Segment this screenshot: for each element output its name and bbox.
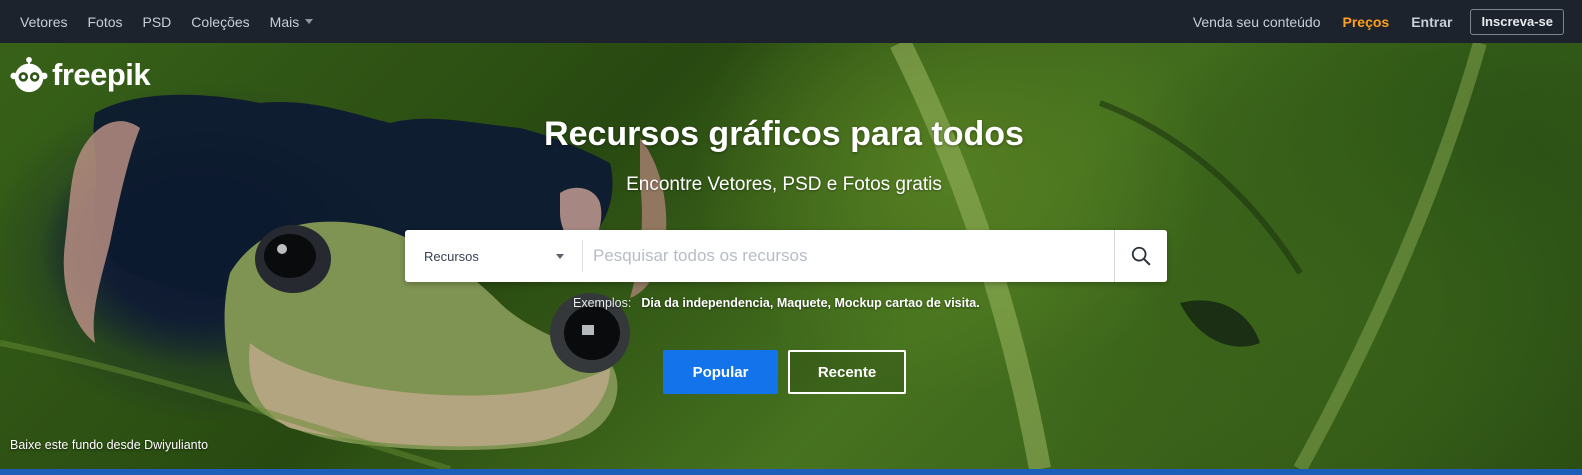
search-button[interactable] <box>1114 230 1167 282</box>
signup-button[interactable]: Inscreva-se <box>1470 8 1564 35</box>
search-icon <box>1131 246 1151 266</box>
nav-right: Venda seu conteúdo Preços Entrar Inscrev… <box>1171 8 1564 35</box>
freepik-logo[interactable]: freepik <box>10 56 151 94</box>
hero-title: Recursos gráficos para todos <box>544 115 1024 153</box>
nav-login[interactable]: Entrar <box>1411 14 1452 30</box>
nav-pricing[interactable]: Preços <box>1343 14 1390 30</box>
search-category-select[interactable]: Recursos <box>405 230 582 282</box>
hero-banner: freepik Recursos gráficos para todos Enc… <box>0 43 1582 469</box>
nav-mais[interactable]: Mais <box>270 14 314 30</box>
search-examples: Exemplos: Dia da independencia, Maquete,… <box>573 296 980 310</box>
nav-mais-label: Mais <box>269 13 300 30</box>
example-dia-independencia[interactable]: Dia da independencia, <box>641 296 773 310</box>
hero-subtitle: Encontre Vetores, PSD e Fotos gratis <box>626 174 942 195</box>
popular-button[interactable]: Popular <box>663 350 778 394</box>
background-credit-link[interactable]: Baixe este fundo desde Dwiyulianto <box>10 438 208 452</box>
nav-psd[interactable]: PSD <box>143 14 172 30</box>
top-navigation: Vetores Fotos PSD Coleções Mais Venda se… <box>0 0 1582 43</box>
chevron-down-icon <box>305 19 314 24</box>
search-input[interactable] <box>583 230 1114 282</box>
nav-sell-content[interactable]: Venda seu conteúdo <box>1193 14 1321 30</box>
recent-button[interactable]: Recente <box>788 350 906 394</box>
chevron-down-icon <box>556 253 564 259</box>
search-category-label: Recursos <box>424 248 479 264</box>
nav-colecoes[interactable]: Coleções <box>191 14 249 30</box>
search-bar: Recursos <box>405 230 1167 282</box>
example-maquete[interactable]: Maquete, <box>777 296 831 310</box>
freepik-wordmark: freepik <box>52 57 151 92</box>
nav-vetores[interactable]: Vetores <box>20 14 67 30</box>
examples-label: Exemplos: <box>573 296 632 310</box>
nav-left: Vetores Fotos PSD Coleções Mais <box>20 14 333 30</box>
example-mockup-cartao[interactable]: Mockup cartao de visita. <box>835 296 980 310</box>
freepik-logo-icon <box>10 56 48 93</box>
nav-fotos[interactable]: Fotos <box>87 14 122 30</box>
bottom-strip <box>0 469 1582 475</box>
